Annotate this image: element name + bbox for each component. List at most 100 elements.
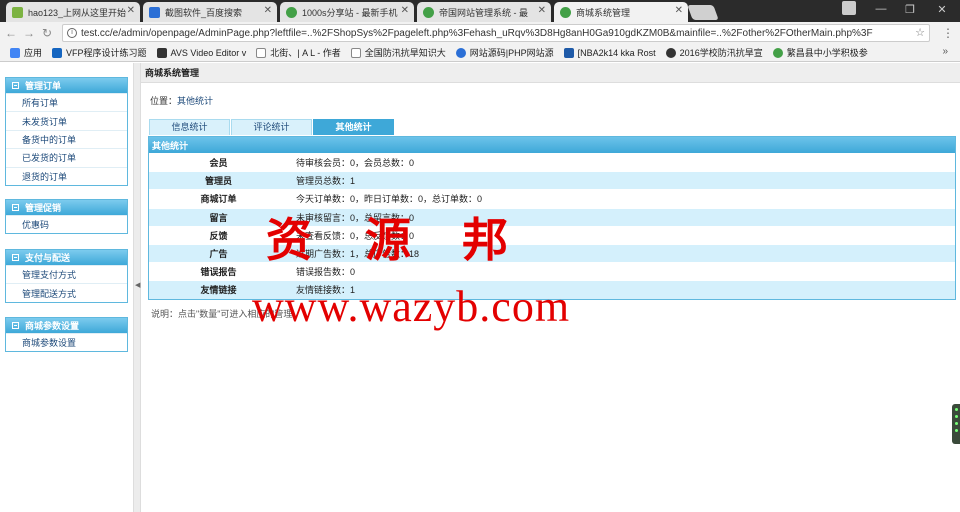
row-key: 商城订单 bbox=[200, 194, 237, 205]
forward-arrow-icon[interactable]: → bbox=[22, 26, 36, 40]
bookmark-item[interactable]: [NBA2k14 kka Rost bbox=[563, 47, 656, 58]
hao123-icon bbox=[12, 7, 23, 18]
address-bar[interactable]: i test.cc/e/admin/openpage/AdminPage.php… bbox=[62, 24, 930, 42]
bookmark-favicon-icon bbox=[52, 47, 63, 58]
user-profile-icon[interactable] bbox=[842, 1, 856, 15]
stats-table: 其他统计 会员 待审核会员：0，会员总数：0 管理员 管理员总数：1 商城订单 今天订… bbox=[148, 136, 956, 300]
bookmark-item[interactable]: 繁昌县中小学积极参 bbox=[772, 46, 868, 59]
close-icon[interactable]: ✕ bbox=[401, 5, 409, 16]
apps-grid-icon bbox=[10, 47, 20, 58]
sidebar-item-preparing-orders[interactable]: 备货中的订单 bbox=[6, 129, 127, 148]
table-row: 商城订单 今天订单数：0，昨日订单数：0，总订单数：0 bbox=[149, 189, 955, 208]
bookmark-item[interactable]: 北街、| A L - 作者 bbox=[256, 46, 341, 59]
bookmark-item[interactable]: 网站源码|PHP网站源 bbox=[455, 46, 554, 59]
browser-tab-shop-admin[interactable]: 商城系统管理 ✕ bbox=[554, 2, 688, 22]
row-key: 友情链接 bbox=[200, 285, 237, 296]
row-value[interactable]: 管理员总数：1 bbox=[288, 174, 955, 187]
browser-tab-bar: hao123_上网从这里开始 ✕ 截图软件_百度搜索 ✕ 1000s分享站 - … bbox=[0, 0, 960, 22]
bookmarks-bar: 应用 VFP程序设计练习题 AVS Video Editor v 北街、| A … bbox=[0, 44, 960, 62]
close-icon[interactable]: ✕ bbox=[675, 5, 683, 16]
breadcrumb-link[interactable]: 其他统计 bbox=[177, 96, 213, 106]
reload-icon[interactable]: ↻ bbox=[40, 26, 54, 40]
table-header: 其他统计 bbox=[149, 137, 955, 153]
sidebar-group-header[interactable]: 管理订单 bbox=[6, 78, 127, 93]
bookmark-item[interactable]: VFP程序设计练习题 bbox=[52, 46, 147, 59]
more-bookmarks-icon[interactable]: » bbox=[942, 46, 948, 57]
row-value[interactable]: 友情链接数：1 bbox=[288, 283, 955, 296]
info-icon[interactable]: i bbox=[67, 28, 77, 38]
page-title: 商城系统管理 bbox=[141, 63, 960, 83]
row-key: 错误报告 bbox=[200, 267, 237, 278]
sidebar-item-payment-methods[interactable]: 管理支付方式 bbox=[6, 265, 127, 283]
row-key: 广告 bbox=[209, 249, 228, 260]
new-tab-button[interactable] bbox=[687, 5, 719, 20]
tab-info-stats[interactable]: 信息统计 bbox=[149, 119, 230, 135]
browser-tab-hao123[interactable]: hao123_上网从这里开始 ✕ bbox=[6, 2, 140, 22]
frame-splitter[interactable]: ◀ bbox=[133, 63, 141, 512]
browser-tab-empire[interactable]: 帝国网站管理系统 - 最 ✕ bbox=[417, 2, 551, 22]
row-value[interactable]: 未审核留言：0，总留言数：0 bbox=[288, 211, 955, 224]
table-row: 会员 待审核会员：0，会员总数：0 bbox=[149, 153, 955, 172]
page-icon bbox=[256, 47, 267, 58]
tab-label: 1000s分享站 - 最新手机 bbox=[302, 7, 398, 18]
sidebar-group-header[interactable]: 管理促销 bbox=[6, 200, 127, 215]
restore-icon[interactable]: ❐ bbox=[903, 3, 917, 16]
breadcrumb-label: 位置： bbox=[150, 96, 178, 106]
close-icon[interactable]: ✕ bbox=[264, 5, 272, 16]
main-frame: 商城系统管理 位置：其他统计 信息统计 评论统计 其他统计 其他统计 会员 待审核… bbox=[141, 63, 960, 512]
row-value[interactable]: 待审核会员：0，会员总数：0 bbox=[288, 156, 955, 169]
row-key: 管理员 bbox=[204, 176, 232, 187]
row-key: 会员 bbox=[209, 158, 228, 169]
tab-other-stats[interactable]: 其他统计 bbox=[313, 119, 394, 135]
row-key: 留言 bbox=[209, 212, 228, 223]
admin-sidebar: 管理订单 所有订单 未发货订单 备货中的订单 已发货的订单 退货的订单 管理促销… bbox=[0, 63, 133, 512]
sidebar-item-shop-settings[interactable]: 商城参数设置 bbox=[6, 333, 127, 351]
browser-menu-icon[interactable]: ⋮ bbox=[942, 26, 954, 40]
bookmark-apps[interactable]: 应用 bbox=[10, 46, 42, 59]
collapse-icon bbox=[12, 82, 19, 89]
breadcrumb: 位置：其他统计 bbox=[150, 94, 213, 107]
close-icon[interactable]: ✕ bbox=[127, 5, 135, 16]
table-row: 友情链接 友情链接数：1 bbox=[149, 280, 955, 299]
browser-nav-bar: ← → ↻ i test.cc/e/admin/openpage/AdminPa… bbox=[0, 22, 960, 44]
page-icon bbox=[350, 47, 361, 58]
row-value[interactable]: 今天订单数：0，昨日订单数：0，总订单数：0 bbox=[288, 192, 955, 205]
sidebar-group-payment: 支付与配送 管理支付方式 管理配送方式 bbox=[5, 249, 128, 303]
table-row: 广告 过期广告数：1，总广告数：18 bbox=[149, 243, 955, 263]
row-value[interactable]: 未查看反馈：0，总反馈数：0 bbox=[288, 229, 955, 242]
row-value[interactable]: 过期广告数：1，总广告数：18 bbox=[288, 247, 955, 260]
bookmark-item[interactable]: 全国防汛抗旱知识大 bbox=[350, 46, 446, 59]
minimize-icon[interactable]: — bbox=[874, 3, 888, 15]
bookmark-item[interactable]: 2016学校防汛抗旱宣 bbox=[665, 46, 763, 59]
tab-comment-stats[interactable]: 评论统计 bbox=[231, 119, 312, 135]
tab-label: 商城系统管理 bbox=[576, 7, 631, 18]
tab-label: hao123_上网从这里开始 bbox=[28, 7, 127, 18]
browser-tab-1000s[interactable]: 1000s分享站 - 最新手机 ✕ bbox=[280, 2, 414, 22]
back-arrow-icon[interactable]: ← bbox=[4, 26, 18, 40]
table-row: 错误报告 错误报告数：0 bbox=[149, 262, 955, 281]
sidebar-group-settings: 商城参数设置 商城参数设置 bbox=[5, 317, 128, 353]
close-window-icon[interactable]: ✕ bbox=[935, 3, 949, 16]
table-row: 反馈 未查看反馈：0，总反馈数：0 bbox=[149, 225, 955, 244]
floating-side-widget[interactable] bbox=[952, 404, 960, 444]
url-text: test.cc/e/admin/openpage/AdminPage.php?l… bbox=[81, 27, 873, 39]
row-value[interactable]: 错误报告数：0 bbox=[288, 265, 955, 278]
sidebar-item-unshipped-orders[interactable]: 未发货订单 bbox=[6, 111, 127, 129]
bookmark-item[interactable]: AVS Video Editor v bbox=[156, 47, 246, 58]
sidebar-group-header[interactable]: 支付与配送 bbox=[6, 250, 127, 265]
table-row: 留言 未审核留言：0，总留言数：0 bbox=[149, 207, 955, 226]
bookmark-favicon-icon bbox=[563, 47, 574, 58]
stats-tabs: 信息统计 评论统计 其他统计 bbox=[149, 119, 395, 135]
sidebar-item-all-orders[interactable]: 所有订单 bbox=[6, 93, 127, 111]
sidebar-group-header[interactable]: 商城参数设置 bbox=[6, 318, 127, 333]
close-icon[interactable]: ✕ bbox=[538, 5, 546, 16]
sidebar-item-shipping-methods[interactable]: 管理配送方式 bbox=[6, 283, 127, 301]
site-icon bbox=[286, 7, 297, 18]
bookmark-star-icon[interactable]: ☆ bbox=[915, 26, 925, 39]
browser-tab-baidu[interactable]: 截图软件_百度搜索 ✕ bbox=[143, 2, 277, 22]
sidebar-item-shipped-orders[interactable]: 已发货的订单 bbox=[6, 148, 127, 166]
sidebar-item-returned-orders[interactable]: 退货的订单 bbox=[6, 166, 127, 185]
sidebar-item-coupon[interactable]: 优惠码 bbox=[6, 215, 127, 233]
bookmark-favicon-icon bbox=[772, 47, 783, 58]
collapse-left-icon[interactable]: ◀ bbox=[135, 281, 140, 289]
